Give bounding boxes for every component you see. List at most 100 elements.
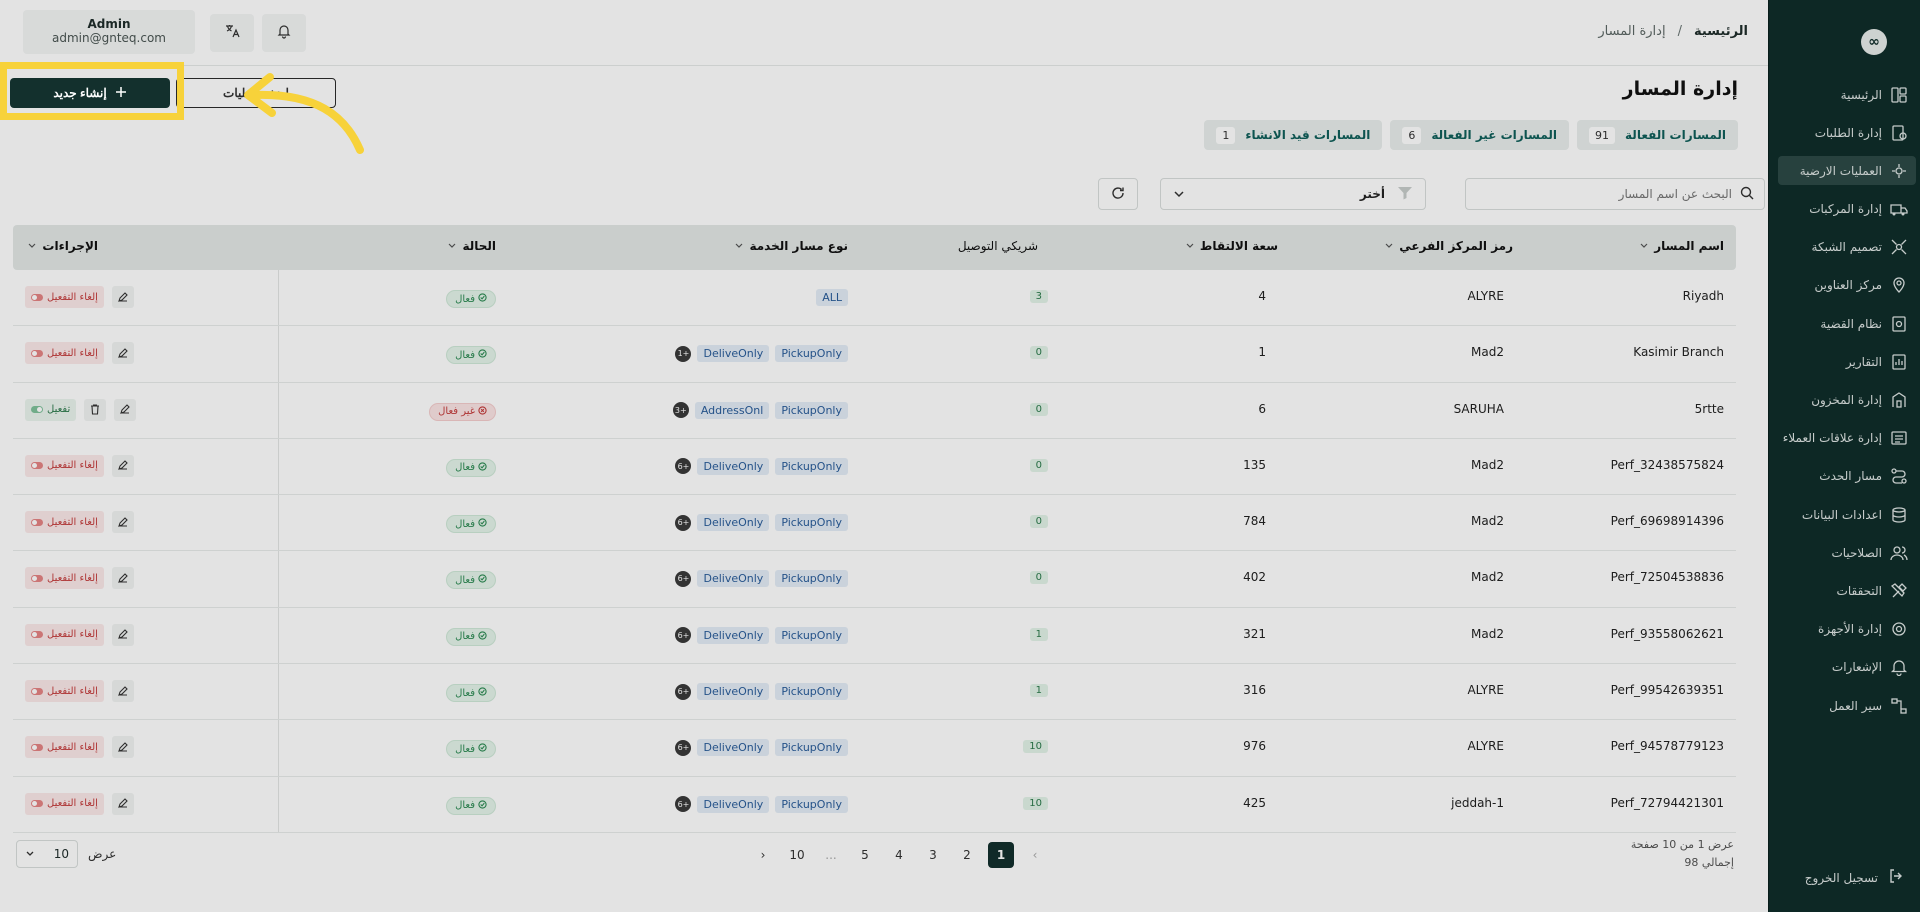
deactivate-button[interactable]: إلغاء التفعيل bbox=[25, 454, 104, 477]
column-header-route-name[interactable]: اسم المسار bbox=[1639, 239, 1724, 253]
filter-select[interactable]: أختر bbox=[1160, 178, 1426, 210]
edit-button[interactable] bbox=[111, 454, 134, 477]
deactivate-button[interactable]: إلغاء التفعيل bbox=[25, 623, 104, 646]
create-new-button[interactable]: إنشاء جديد bbox=[10, 78, 170, 108]
page-button[interactable]: 5 bbox=[852, 842, 878, 868]
routes-table: اسم المسار رمز المركز الفرعي سعة الالتقا… bbox=[13, 225, 1736, 833]
sidebar-item-crm[interactable]: إدارة علاقات العملاء bbox=[1768, 424, 1920, 453]
page-button[interactable]: 4 bbox=[886, 842, 912, 868]
delivery-partners-count: 10 bbox=[1023, 796, 1048, 810]
sidebar-item-truck[interactable]: إدارة المركبات bbox=[1768, 195, 1920, 224]
route-name-cell: Perf_69698914396 bbox=[1610, 514, 1724, 529]
page-button[interactable]: 2 bbox=[954, 842, 980, 868]
sidebar: ∞ الرئيسية إدارة الطلبات العمليات الارضي… bbox=[1768, 0, 1920, 912]
deactivate-button[interactable]: إلغاء التفعيل bbox=[25, 511, 104, 534]
notifications-button[interactable] bbox=[262, 14, 306, 52]
breadcrumb-home[interactable]: الرئيسية bbox=[1694, 24, 1748, 39]
sidebar-item-dashboard[interactable]: الرئيسية bbox=[1768, 80, 1920, 109]
service-type-tag: PickupOnly bbox=[775, 795, 848, 813]
sidebar-item-device[interactable]: إدارة الأجهزة bbox=[1768, 615, 1920, 644]
more-services-badge[interactable]: 6+ bbox=[675, 796, 692, 813]
deactivate-button[interactable]: إلغاء التفعيل bbox=[25, 342, 104, 365]
pickup-capacity-cell: 6 bbox=[1258, 401, 1266, 416]
sidebar-item-users[interactable]: الصلاحيات bbox=[1768, 538, 1920, 567]
more-services-badge[interactable]: 6+ bbox=[675, 683, 692, 700]
sidebar-item-orders[interactable]: إدارة الطلبات bbox=[1768, 118, 1920, 147]
more-services-badge[interactable]: 6+ bbox=[675, 514, 692, 531]
deactivate-button[interactable]: إلغاء التفعيل bbox=[25, 286, 104, 308]
deactivate-button[interactable]: إلغاء التفعيل bbox=[25, 736, 104, 759]
sidebar-item-location[interactable]: مركز العناوين bbox=[1768, 271, 1920, 300]
language-button[interactable] bbox=[210, 14, 254, 52]
tab-label: المسارات قيد الانشاء bbox=[1245, 128, 1371, 142]
sidebar-item-tools[interactable]: التحققات bbox=[1768, 576, 1920, 605]
logout-button[interactable]: تسجيل الخروج bbox=[1805, 868, 1904, 887]
tab-1[interactable]: المسارات غير الفعالة 6 bbox=[1390, 120, 1570, 150]
page-button[interactable]: 3 bbox=[920, 842, 946, 868]
more-services-badge[interactable]: 6+ bbox=[675, 570, 692, 587]
refresh-button[interactable] bbox=[1098, 178, 1138, 210]
status-label: فعال bbox=[455, 574, 475, 586]
sidebar-item-bell[interactable]: الإشعارات bbox=[1768, 653, 1920, 682]
page-button[interactable]: 1 bbox=[988, 842, 1014, 868]
prev-page-button[interactable]: ‹ bbox=[1022, 842, 1048, 868]
page-button[interactable]: 10 bbox=[784, 842, 810, 868]
plus-icon bbox=[115, 86, 127, 101]
edit-button[interactable] bbox=[114, 398, 137, 421]
edit-button[interactable] bbox=[111, 792, 134, 815]
sidebar-item-database[interactable]: اعدادات البيانات bbox=[1768, 500, 1920, 529]
deactivate-button[interactable]: إلغاء التفعيل bbox=[25, 567, 104, 590]
more-services-badge[interactable]: 6+ bbox=[675, 458, 692, 475]
column-header-pickup-capacity[interactable]: سعة الالتقاط bbox=[1185, 239, 1278, 253]
column-header-service-type[interactable]: نوع مسار الخدمة bbox=[734, 239, 848, 253]
deactivate-label: إلغاء التفعيل bbox=[47, 347, 98, 359]
column-header-branch-code[interactable]: رمز المركز الفرعي bbox=[1384, 239, 1513, 253]
service-type-tag: PickupOnly bbox=[775, 626, 848, 644]
more-services-badge[interactable]: 6+ bbox=[675, 739, 692, 756]
activate-button[interactable]: تفعيل bbox=[25, 398, 77, 421]
sidebar-item-ground-ops[interactable]: العمليات الارضية bbox=[1778, 156, 1916, 186]
tab-label: المسارات غير الفعالة bbox=[1431, 128, 1558, 142]
tab-count-badge: 91 bbox=[1589, 126, 1616, 144]
deactivate-button[interactable]: إلغاء التفعيل bbox=[25, 680, 104, 703]
column-header-actions[interactable]: الإجراءات bbox=[27, 239, 98, 253]
sidebar-item-inventory[interactable]: إدارة المخزون bbox=[1768, 386, 1920, 415]
service-types-cell: PickupOnly DeliveOnly 6+ bbox=[675, 570, 848, 588]
deactivate-button[interactable]: إلغاء التفعيل bbox=[25, 792, 104, 815]
deactivate-label: إلغاء التفعيل bbox=[47, 460, 98, 472]
tab-2[interactable]: المسارات قيد الانشاء 1 bbox=[1204, 120, 1383, 150]
toggle-off-icon bbox=[31, 631, 43, 639]
edit-button[interactable] bbox=[111, 567, 134, 590]
pencil-icon bbox=[117, 513, 129, 532]
column-header-status[interactable]: الحالة bbox=[447, 239, 496, 253]
sidebar-item-case[interactable]: نظام القضية bbox=[1768, 309, 1920, 338]
edit-button[interactable] bbox=[111, 286, 134, 308]
status-badge: فعال bbox=[446, 515, 496, 534]
pagination-ellipsis: ... bbox=[825, 848, 837, 862]
deactivate-label: إلغاء التفعيل bbox=[47, 572, 98, 584]
sidebar-item-network[interactable]: تصميم الشبكة bbox=[1768, 233, 1920, 262]
more-services-badge[interactable]: 1+ bbox=[675, 345, 692, 362]
sidebar-item-reports[interactable]: التقارير bbox=[1768, 347, 1920, 376]
search-input[interactable] bbox=[1492, 187, 1732, 201]
edit-button[interactable] bbox=[111, 511, 134, 534]
edit-button[interactable] bbox=[111, 680, 134, 703]
sidebar-item-workflow[interactable]: سير العمل bbox=[1768, 691, 1920, 720]
delete-button[interactable] bbox=[84, 398, 107, 421]
edit-button[interactable] bbox=[111, 342, 134, 365]
sidebar-item-label: الرئيسية bbox=[1840, 87, 1882, 102]
edit-button[interactable] bbox=[111, 736, 134, 759]
sidebar-item-route[interactable]: مسار الحدث bbox=[1768, 462, 1920, 491]
user-menu[interactable]: Admin admin@gnteq.com bbox=[23, 10, 195, 54]
column-divider bbox=[278, 382, 279, 438]
edit-button[interactable] bbox=[111, 623, 134, 646]
more-services-badge[interactable]: 6+ bbox=[675, 627, 692, 644]
service-types-cell: PickupOnly DeliveOnly 6+ bbox=[675, 457, 848, 475]
page-size-select[interactable]: 10 bbox=[16, 840, 78, 868]
check-circle-icon bbox=[478, 800, 487, 812]
page-size-control: 10 عرض bbox=[16, 840, 116, 868]
total-count-text: إجمالي 98 bbox=[1684, 856, 1734, 869]
more-services-badge[interactable]: 3+ bbox=[672, 402, 689, 419]
tab-0[interactable]: المسارات الفعالة 91 bbox=[1577, 120, 1738, 150]
next-page-button[interactable]: › bbox=[750, 842, 776, 868]
